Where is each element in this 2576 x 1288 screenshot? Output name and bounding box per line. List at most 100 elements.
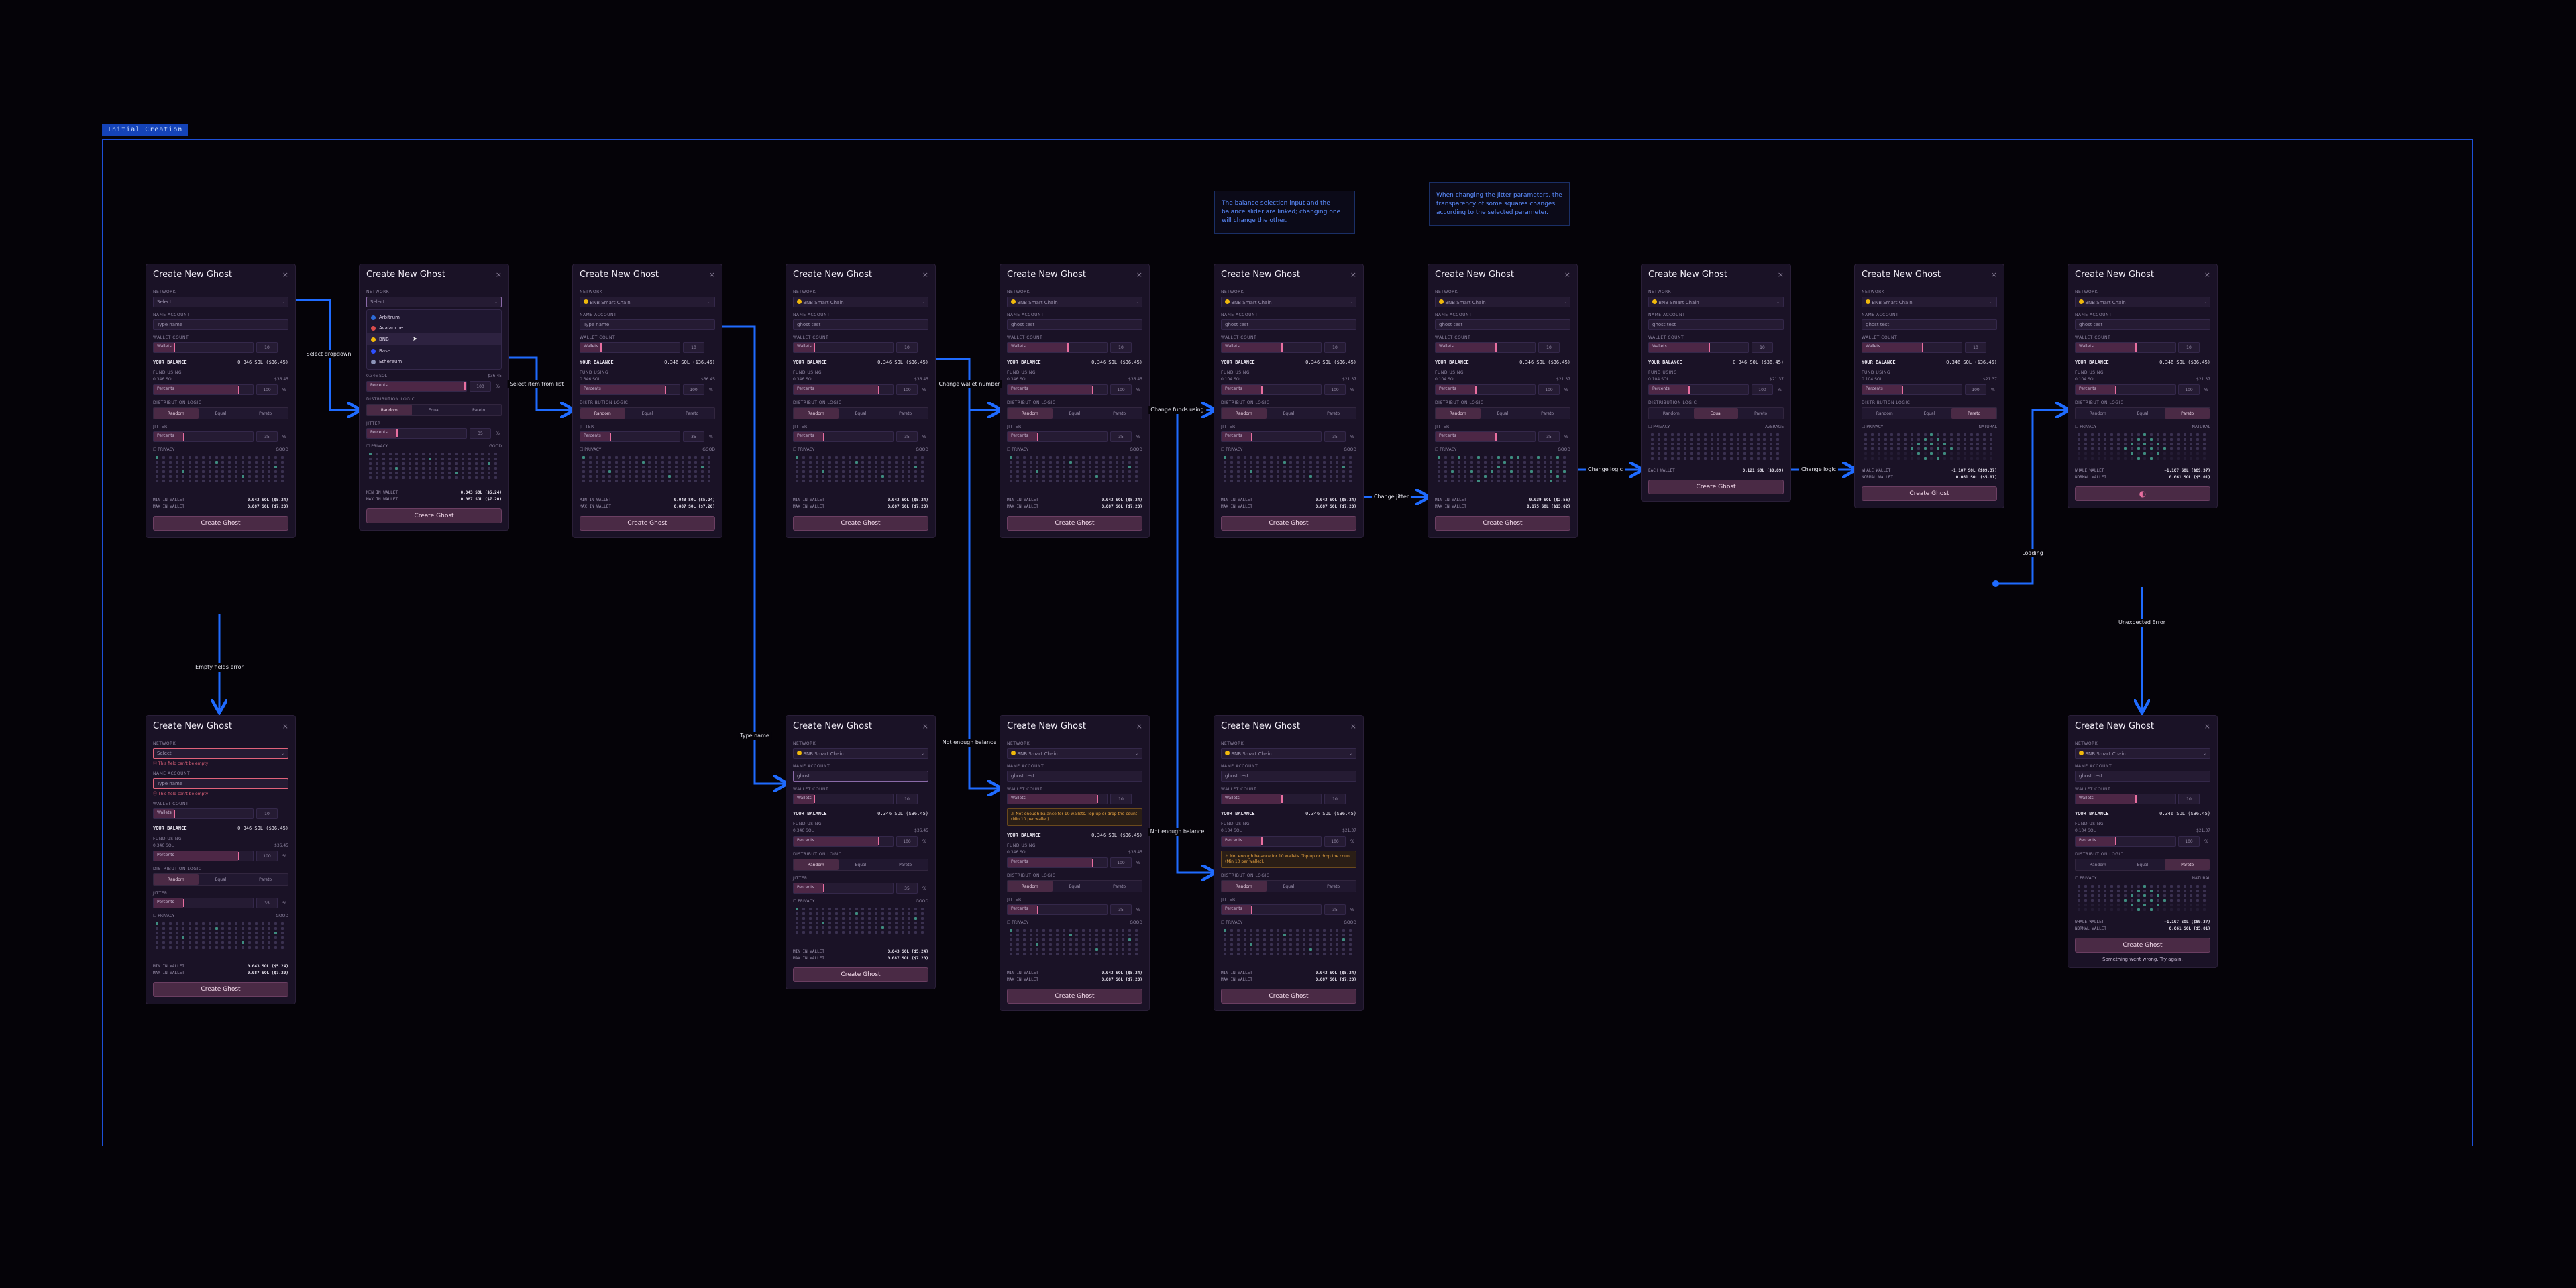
jitter-slider[interactable]: Percents [793, 883, 894, 894]
jitter-slider[interactable]: Percents [793, 431, 894, 442]
dist-option[interactable]: Random [580, 408, 625, 419]
funds-percent-input[interactable]: 100 [1538, 384, 1560, 395]
wallet-count-input[interactable]: 10 [256, 342, 278, 353]
wallet-count-input[interactable]: 10 [256, 808, 278, 819]
network-select[interactable]: BNB Smart Chain ⌄ [580, 297, 715, 307]
jitter-slider[interactable]: Percents [1007, 431, 1108, 442]
name-input[interactable]: Type name [153, 319, 288, 330]
wallet-count-input[interactable]: 10 [896, 342, 918, 353]
dist-option[interactable]: Random [1222, 881, 1267, 892]
dist-option[interactable]: Equal [839, 408, 883, 419]
dist-option[interactable]: Equal [412, 405, 457, 415]
jitter-input[interactable]: 35 [1324, 904, 1346, 915]
dist-option[interactable]: Random [1008, 881, 1053, 892]
network-select[interactable]: Select ⌄ [366, 297, 502, 307]
wallet-count-input[interactable]: 10 [683, 342, 704, 353]
wallet-count-input[interactable]: 10 [1324, 342, 1346, 353]
name-input[interactable]: ghost test [2075, 771, 2210, 782]
create-ghost-button[interactable]: Create Ghost [2075, 938, 2210, 953]
dist-option[interactable]: Pareto [1738, 408, 1783, 419]
dist-option[interactable]: Pareto [243, 408, 288, 419]
dist-option[interactable]: Pareto [456, 405, 501, 415]
dist-option[interactable]: Equal [1267, 408, 1311, 419]
jitter-input[interactable]: 35 [1538, 431, 1560, 442]
wallet-count-input[interactable]: 10 [1110, 342, 1132, 353]
create-ghost-button[interactable]: Create Ghost [1221, 516, 1356, 531]
network-select[interactable]: BNB Smart Chain ⌄ [1435, 297, 1570, 307]
name-input[interactable]: ghost test [1648, 319, 1784, 330]
distribution-toggle[interactable]: Random Equal Pareto [1007, 407, 1142, 419]
create-ghost-button[interactable]: Create Ghost [1648, 480, 1784, 494]
close-icon[interactable]: × [1136, 722, 1142, 731]
close-icon[interactable]: × [2204, 270, 2210, 279]
network-select[interactable]: BNB Smart Chain ⌄ [1221, 297, 1356, 307]
dist-option[interactable]: Random [1862, 408, 1907, 419]
name-input[interactable]: ghost test [1221, 319, 1356, 330]
close-icon[interactable]: × [709, 270, 715, 279]
dist-option[interactable]: Pareto [883, 408, 928, 419]
funds-slider[interactable]: Percents [1435, 384, 1536, 395]
funds-percent-input[interactable]: 100 [1752, 384, 1773, 395]
wallet-count-input[interactable]: 10 [2178, 794, 2200, 804]
network-select[interactable]: BNB Smart Chain ⌄ [1862, 297, 1997, 307]
dist-option[interactable]: Random [367, 405, 412, 415]
network-select[interactable]: BNB Smart Chain ⌄ [1648, 297, 1784, 307]
distribution-toggle[interactable]: Random Equal Pareto [1007, 880, 1142, 892]
network-option[interactable]: Avalanche [367, 323, 501, 333]
jitter-input[interactable]: 35 [896, 883, 918, 894]
wallet-slider[interactable]: Wallets [2075, 794, 2176, 804]
dist-option[interactable]: Pareto [2165, 859, 2210, 870]
close-icon[interactable]: × [1564, 270, 1570, 279]
create-ghost-button[interactable]: Create Ghost [153, 516, 288, 531]
jitter-input[interactable]: 35 [256, 431, 278, 442]
wallet-slider[interactable]: Wallets [1648, 342, 1749, 353]
dist-option[interactable]: Random [794, 859, 839, 870]
dist-option[interactable]: Random [1649, 408, 1694, 419]
close-icon[interactable]: × [2204, 722, 2210, 731]
network-select[interactable]: BNB Smart Chain ⌄ [793, 748, 928, 759]
funds-slider[interactable]: Percents [1648, 384, 1749, 395]
jitter-slider[interactable]: Percents [153, 898, 254, 908]
distribution-toggle[interactable]: Random Equal Pareto [366, 404, 502, 416]
wallet-count-input[interactable]: 10 [896, 794, 918, 804]
funds-slider[interactable]: Percents [1007, 384, 1108, 395]
close-icon[interactable]: × [1350, 270, 1356, 279]
funds-percent-input[interactable]: 100 [2178, 384, 2200, 395]
dist-option[interactable]: Pareto [669, 408, 714, 419]
name-input[interactable]: ghost test [793, 319, 928, 330]
dist-option[interactable]: Pareto [1951, 408, 1997, 419]
network-select[interactable]: Select ⌄ [153, 297, 288, 307]
dist-option[interactable]: Random [154, 408, 199, 419]
close-icon[interactable]: × [1350, 722, 1356, 731]
close-icon[interactable]: × [1991, 270, 1997, 279]
dist-option[interactable]: Random [154, 874, 199, 885]
jitter-slider[interactable]: Percents [580, 431, 680, 442]
create-ghost-button[interactable]: Create Ghost [1007, 516, 1142, 531]
dist-option[interactable]: Pareto [1525, 408, 1570, 419]
distribution-toggle[interactable]: Random Equal Pareto [2075, 407, 2210, 419]
dist-option[interactable]: Pareto [1097, 408, 1142, 419]
network-option[interactable]: Ethereum [367, 356, 501, 367]
funds-slider[interactable]: Percents [1007, 857, 1108, 868]
funds-slider[interactable]: Percents [366, 381, 467, 392]
dist-option[interactable]: Pareto [1097, 881, 1142, 892]
name-input[interactable]: ghost test [1435, 319, 1570, 330]
name-input[interactable]: ghost test [1007, 319, 1142, 330]
distribution-toggle[interactable]: Random Equal Pareto [580, 407, 715, 419]
network-select[interactable]: BNB Smart Chain ⌄ [1221, 748, 1356, 759]
close-icon[interactable]: × [282, 722, 288, 731]
wallet-slider[interactable]: Wallets [1435, 342, 1536, 353]
wallet-slider[interactable]: Wallets [793, 342, 894, 353]
create-ghost-button[interactable]: Create Ghost [1221, 989, 1356, 1004]
dist-option[interactable]: Random [1008, 408, 1053, 419]
close-icon[interactable]: × [922, 722, 928, 731]
dist-option[interactable]: Equal [839, 859, 883, 870]
jitter-input[interactable]: 35 [256, 898, 278, 908]
wallet-count-input[interactable]: 10 [1110, 794, 1132, 804]
wallet-slider[interactable]: Wallets [1007, 794, 1108, 804]
network-option[interactable]: Base [367, 345, 501, 356]
jitter-input[interactable]: 35 [1324, 431, 1346, 442]
funds-percent-input[interactable]: 100 [256, 851, 278, 861]
dist-option[interactable]: Equal [2121, 859, 2165, 870]
distribution-toggle[interactable]: Random Equal Pareto [1221, 407, 1356, 419]
